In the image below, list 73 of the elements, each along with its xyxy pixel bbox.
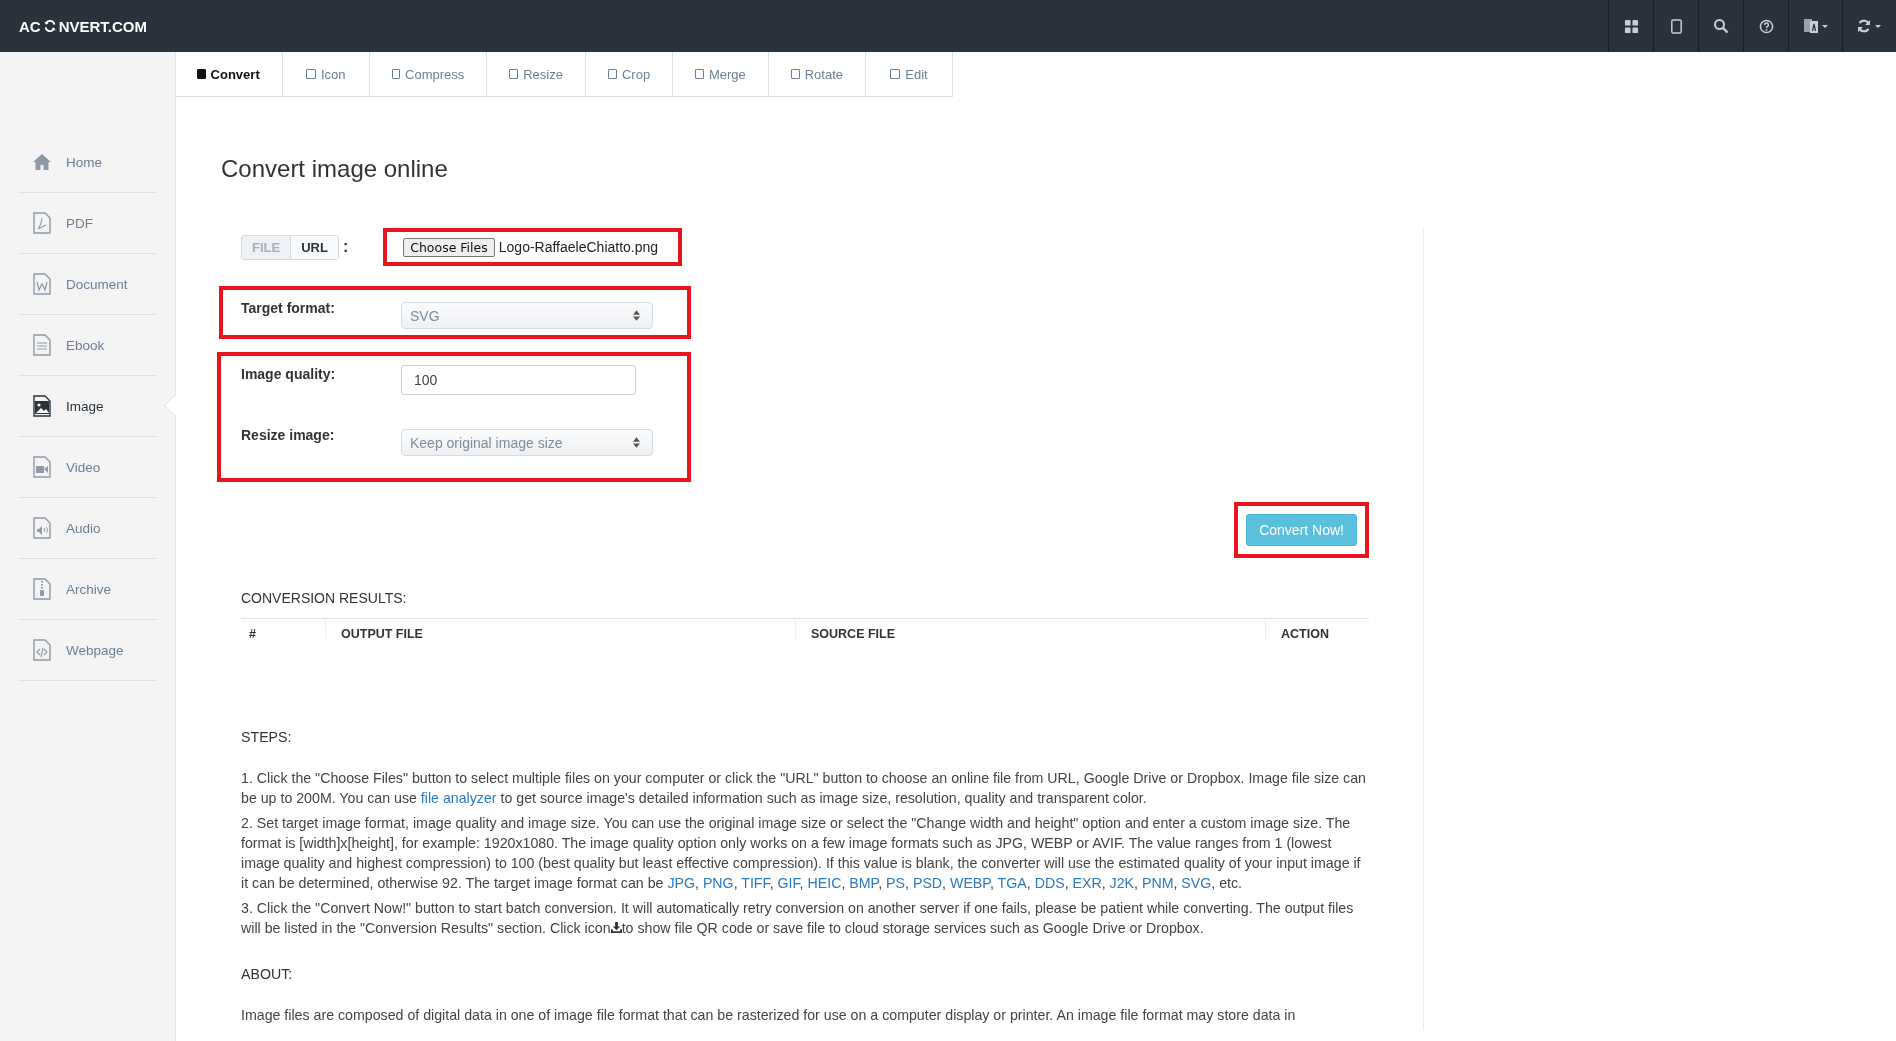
file-icon — [32, 395, 52, 417]
format-link[interactable]: file analyzer — [420, 790, 497, 806]
tab[interactable]: Crop — [585, 52, 674, 96]
page-title: Convert image online — [221, 155, 449, 183]
field-label: Resize image: — [241, 426, 336, 443]
format-link[interactable]: PSD — [912, 875, 943, 891]
format-link[interactable]: JPG — [667, 875, 695, 891]
sidebar-item[interactable]: Home — [18, 132, 157, 193]
format-link[interactable]: PNG — [702, 875, 734, 891]
sidebar-item[interactable]: Webpage — [18, 620, 157, 681]
sidebar-item[interactable]: Ebook — [18, 315, 157, 376]
format-link[interactable]: TIFF — [741, 875, 770, 891]
tab[interactable]: Convert — [176, 52, 283, 96]
format-link[interactable]: GIF — [777, 875, 800, 891]
sort-arrows-icon — [633, 310, 640, 321]
file-name: Logo-RaffaeleChiatto.png — [498, 239, 659, 255]
column-header: OUTPUT FILE — [326, 619, 796, 639]
file-icon — [32, 639, 52, 661]
brand-text: AC — [19, 17, 41, 35]
refresh-icon — [1855, 18, 1884, 34]
format-link[interactable]: PNM — [1141, 875, 1174, 891]
column-header: ACTION — [1280, 626, 1330, 639]
refresh-logo-icon — [42, 19, 57, 33]
sidebar-item[interactable]: Document — [18, 254, 157, 315]
search-icon — [1713, 18, 1729, 34]
about-paragraph: Image files are composed of digital data in one of image file format that can be rasterized for use on a computer display or printer. An image file format may store data in — [241, 1006, 1297, 1025]
file-icon — [32, 212, 52, 234]
colon: : — [342, 238, 349, 256]
sort-arrows-icon — [633, 437, 640, 448]
tab[interactable]: Merge — [673, 52, 769, 96]
file-icon — [32, 456, 52, 478]
file-icon — [32, 273, 52, 295]
tab[interactable]: Rotate — [768, 52, 866, 96]
target-format-select[interactable]: SVG — [401, 302, 653, 329]
field-label: Image quality: — [241, 365, 337, 382]
tablet-icon — [1668, 18, 1684, 34]
sidebar-item[interactable]: PDF — [18, 193, 157, 254]
source-toggle-button[interactable]: URL — [290, 235, 338, 259]
format-link[interactable]: DDS — [1034, 875, 1065, 891]
translate-icon — [1801, 18, 1830, 34]
tab[interactable]: Edit — [866, 52, 953, 96]
format-link[interactable]: BMP — [849, 875, 879, 891]
brand-text: NVERT.COM — [58, 17, 147, 35]
sidebar-item[interactable]: Image — [18, 376, 157, 437]
format-link[interactable]: TGA — [997, 875, 1027, 891]
tab[interactable]: Compress — [369, 52, 488, 96]
grid-icon — [1623, 18, 1639, 34]
format-link[interactable]: EXR — [1072, 875, 1102, 891]
column-header: # — [241, 619, 326, 639]
help-icon — [1758, 18, 1774, 34]
section-title: CONVERSION RESULTS: — [241, 590, 408, 606]
sidebar-item[interactable]: Archive — [18, 559, 157, 620]
section-title: ABOUT: — [241, 965, 294, 984]
file-icon — [32, 517, 52, 539]
step-paragraph: 1. Click the "Choose Files" button to select multiple files on your computer or click the "URL" button to choose an online file from URL, Google Drive or Dropbox. Image file size can be up to 200M. You can use file analyzer to get source image's detailed information such as image size, resolution, quality and transparent color. — [241, 769, 1367, 808]
tab[interactable]: Icon — [282, 52, 370, 96]
resize-image-select[interactable]: Keep original image size — [401, 429, 653, 456]
section-title: STEPS: — [241, 728, 293, 747]
format-link[interactable]: HEIC — [807, 875, 842, 891]
file-icon — [32, 578, 52, 600]
file-icon — [32, 334, 52, 356]
step-paragraph: 2. Set target image format, image quality and image size. You can use the original image size or select the "Change width and height" option and enter a custom image size. The format is [width]x[height], for example: 1920x1080. The image quality option only works on a few image formats such as JPG, WEBP or AVIF. The value ranges from 1 (lowest image quality and highest compression) to 100 (best quality but least effective compression). If this value is blank, the converter will use the estimated quality of your input image if it can be determined, otherwise 92. The target image format can be JPG, PNG, TIFF, GIF, HEIC, BMP, PS, PSD, WEBP, TGA, DDS, EXR, J2K, PNM, SVG, etc. — [241, 814, 1362, 893]
step-paragraph: 3. Click the "Convert Now!" button to start batch conversion. It will automatically retry conversion on another server if one fails, please be patient while converting. The output files will be listed in the "Conversion Results" section. Click icon to show file QR code or save file to cloud storage services such as Google Drive or Dropbox. — [241, 899, 1355, 938]
sidebar-item[interactable]: Audio — [18, 498, 157, 559]
format-link[interactable]: WEBP — [950, 875, 990, 891]
field-label: Target format: — [241, 299, 336, 316]
image-quality-field[interactable]: 100 — [401, 365, 636, 395]
download-icon — [610, 922, 622, 933]
column-header: SOURCE FILE — [796, 619, 1266, 639]
sidebar-item[interactable]: Video — [18, 437, 157, 498]
choose-files-button[interactable]: Choose Files — [403, 237, 495, 257]
home-icon — [32, 152, 52, 172]
tab[interactable]: Resize — [487, 52, 586, 96]
